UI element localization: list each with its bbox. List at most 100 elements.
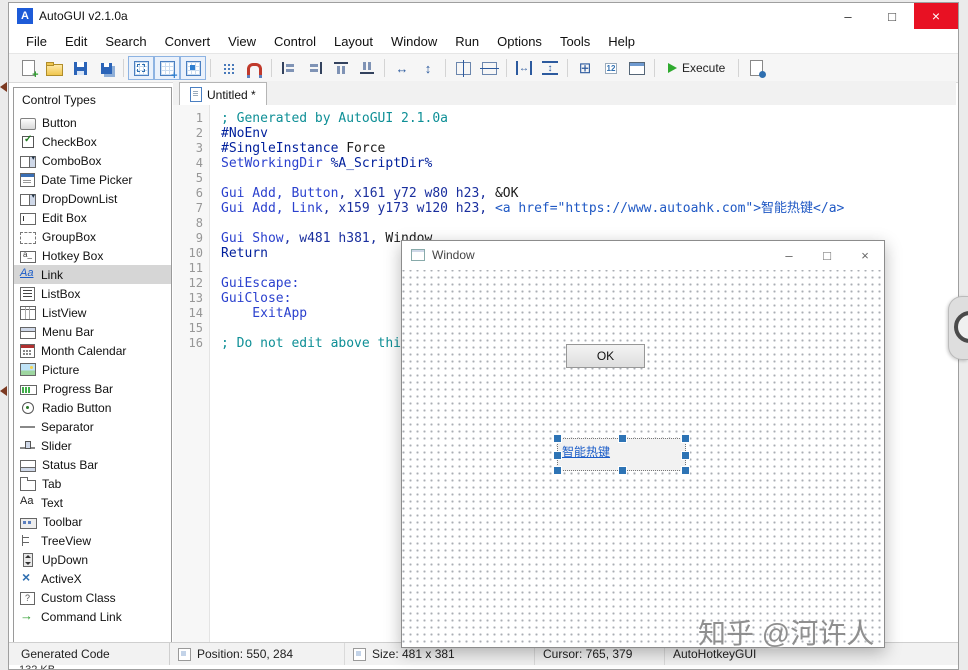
menu-item-convert[interactable]: Convert [156, 31, 220, 52]
tab-order-icon [603, 61, 619, 75]
selection-handle-e[interactable] [681, 451, 690, 460]
space-horizontal-button[interactable] [511, 56, 537, 80]
control-type-toolbar[interactable]: Toolbar [14, 512, 171, 531]
menu-item-view[interactable]: View [219, 31, 265, 52]
code-line-2[interactable]: #NoEnv [221, 126, 956, 141]
link-control-text[interactable]: 智能热键 [562, 443, 610, 460]
control-type-custom-class[interactable]: Custom Class [14, 588, 171, 607]
control-type-text[interactable]: Text [14, 493, 171, 512]
control-type-dropdownlist[interactable]: DropDownList [14, 189, 171, 208]
preview-design-surface[interactable]: OK 智能热键 [402, 270, 884, 647]
control-type-tab[interactable]: Tab [14, 474, 171, 493]
selection-handle-s[interactable] [618, 466, 627, 475]
menu-item-layout[interactable]: Layout [325, 31, 382, 52]
control-type-radio-button[interactable]: Radio Button [14, 398, 171, 417]
show-grid-button[interactable] [215, 56, 241, 80]
preview-window-button[interactable] [624, 56, 650, 80]
preview-minimize-button[interactable]: – [770, 241, 808, 269]
control-box-button[interactable] [180, 56, 206, 80]
align-top-button[interactable] [328, 56, 354, 80]
add-control-button[interactable] [154, 56, 180, 82]
menu-item-help[interactable]: Help [599, 31, 644, 52]
selection-handle-se[interactable] [681, 466, 690, 475]
size-to-grid-button[interactable] [572, 56, 598, 80]
select-mode-button[interactable] [128, 56, 154, 80]
control-type-groupbox[interactable]: GroupBox [14, 227, 171, 246]
center-horizontal-button[interactable] [450, 56, 476, 80]
space-vertical-button[interactable] [537, 56, 563, 80]
selection-handle-w[interactable] [553, 451, 562, 460]
selection-handle-sw[interactable] [553, 466, 562, 475]
code-line-5[interactable] [221, 171, 956, 186]
code-line-3[interactable]: #SingleInstance Force [221, 141, 956, 156]
save-all-button[interactable] [93, 56, 119, 80]
close-button[interactable]: × [914, 3, 958, 29]
code-line-4[interactable]: SetWorkingDir %A_ScriptDir% [221, 156, 956, 171]
maximize-button[interactable]: □ [870, 3, 914, 29]
selection-handle-nw[interactable] [553, 434, 562, 443]
center-vertical-button[interactable] [476, 56, 502, 80]
tab-order-button[interactable] [598, 56, 624, 80]
code-line-1[interactable]: ; Generated by AutoGUI 2.1.0a [221, 111, 956, 126]
menu-item-tools[interactable]: Tools [551, 31, 599, 52]
control-type-month-calendar[interactable]: Month Calendar [14, 341, 171, 360]
new-script-button[interactable] [15, 56, 41, 81]
control-type-slider[interactable]: Slider [14, 436, 171, 455]
toolbar-separator [210, 59, 211, 77]
tab-untitled[interactable]: Untitled * [179, 82, 267, 106]
menu-item-file[interactable]: File [17, 31, 56, 52]
control-type-link[interactable]: Link [14, 265, 171, 284]
menu-item-run[interactable]: Run [446, 31, 488, 52]
control-type-date-time-picker[interactable]: Date Time Picker [14, 170, 171, 189]
link-control-selected[interactable]: 智能热键 [553, 434, 690, 475]
preview-title-bar[interactable]: Window – □ × [402, 241, 884, 269]
code-line-6[interactable]: Gui Add, Button, x161 y72 w80 h23, &OK [221, 186, 956, 201]
save-script-button[interactable] [67, 56, 93, 80]
control-type-combobox[interactable]: ComboBox [14, 151, 171, 170]
menu-item-edit[interactable]: Edit [56, 31, 96, 52]
control-type-activex[interactable]: ActiveX [14, 569, 171, 588]
control-type-label: Slider [41, 438, 72, 453]
selection-handle-n[interactable] [618, 434, 627, 443]
control-type-button[interactable]: Button [14, 113, 171, 132]
align-right-button[interactable] [302, 56, 328, 80]
control-type-status-bar[interactable]: Status Bar [14, 455, 171, 474]
code-token: GuiEscape: [221, 276, 300, 291]
same-width-button[interactable] [389, 56, 415, 80]
control-type-separator[interactable]: Separator [14, 417, 171, 436]
align-left-button[interactable] [276, 56, 302, 80]
edge-flyout[interactable] [948, 296, 968, 360]
minimize-button[interactable]: – [826, 3, 870, 29]
preview-window[interactable]: Window – □ × OK 智能热键 [401, 240, 885, 648]
menu-item-search[interactable]: Search [96, 31, 155, 52]
snap-to-grid-button[interactable] [241, 56, 267, 80]
control-type-command-link[interactable]: Command Link [14, 607, 171, 626]
line-number: 2 [195, 126, 203, 140]
control-type-edit-box[interactable]: Edit Box [14, 208, 171, 227]
menu-item-options[interactable]: Options [488, 31, 551, 52]
generated-code-panel[interactable]: Generated Code [9, 643, 170, 665]
code-line-8[interactable] [221, 216, 956, 231]
control-type-treeview[interactable]: TreeView [14, 531, 171, 550]
align-bottom-button[interactable] [354, 56, 380, 80]
control-type-hotkey-box[interactable]: Hotkey Box [14, 246, 171, 265]
control-type-checkbox[interactable]: CheckBox [14, 132, 171, 151]
control-type-listview[interactable]: ListView [14, 303, 171, 322]
preview-maximize-button[interactable]: □ [808, 241, 846, 269]
ok-button-control[interactable]: OK [566, 344, 645, 368]
preview-close-button[interactable]: × [846, 241, 884, 269]
control-type-picture[interactable]: Picture [14, 360, 171, 379]
selection-handle-ne[interactable] [681, 434, 690, 443]
button-icon [20, 117, 36, 130]
control-type-progress-bar[interactable]: Progress Bar [14, 379, 171, 398]
control-type-listbox[interactable]: ListBox [14, 284, 171, 303]
menu-item-control[interactable]: Control [265, 31, 325, 52]
same-height-button[interactable] [415, 56, 441, 80]
control-type-menu-bar[interactable]: Menu Bar [14, 322, 171, 341]
code-line-7[interactable]: Gui Add, Link, x159 y173 w120 h23, <a hr… [221, 201, 956, 216]
convert-script-button[interactable] [743, 56, 769, 80]
open-script-button[interactable] [41, 56, 67, 80]
control-type-updown[interactable]: UpDown [14, 550, 171, 569]
execute-button[interactable]: Execute [659, 56, 734, 80]
menu-item-window[interactable]: Window [382, 31, 446, 52]
